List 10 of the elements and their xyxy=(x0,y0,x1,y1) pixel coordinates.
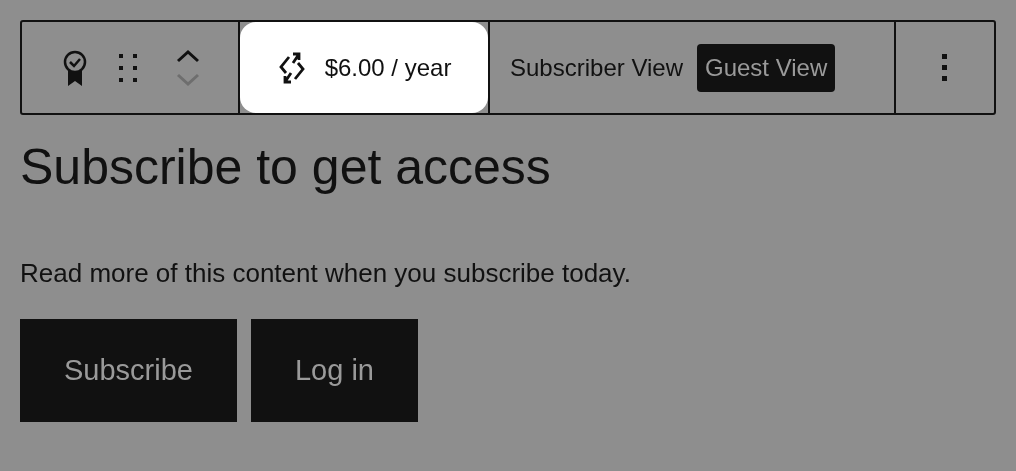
more-options-icon[interactable] xyxy=(942,53,948,82)
login-button[interactable]: Log in xyxy=(250,319,418,422)
view-tab[interactable]: Guest View xyxy=(696,43,836,92)
move-up-icon[interactable] xyxy=(176,48,200,63)
price-button[interactable]: $6.00 / year xyxy=(240,22,488,113)
description-text: Read more of this content when you subscribe today. xyxy=(20,257,632,289)
subscribe-button[interactable]: Subscribe xyxy=(20,319,237,422)
heading: Subscribe to get access xyxy=(20,138,552,197)
drag-handle-icon[interactable] xyxy=(118,52,138,83)
view-tab[interactable]: Subscriber View xyxy=(502,43,691,92)
